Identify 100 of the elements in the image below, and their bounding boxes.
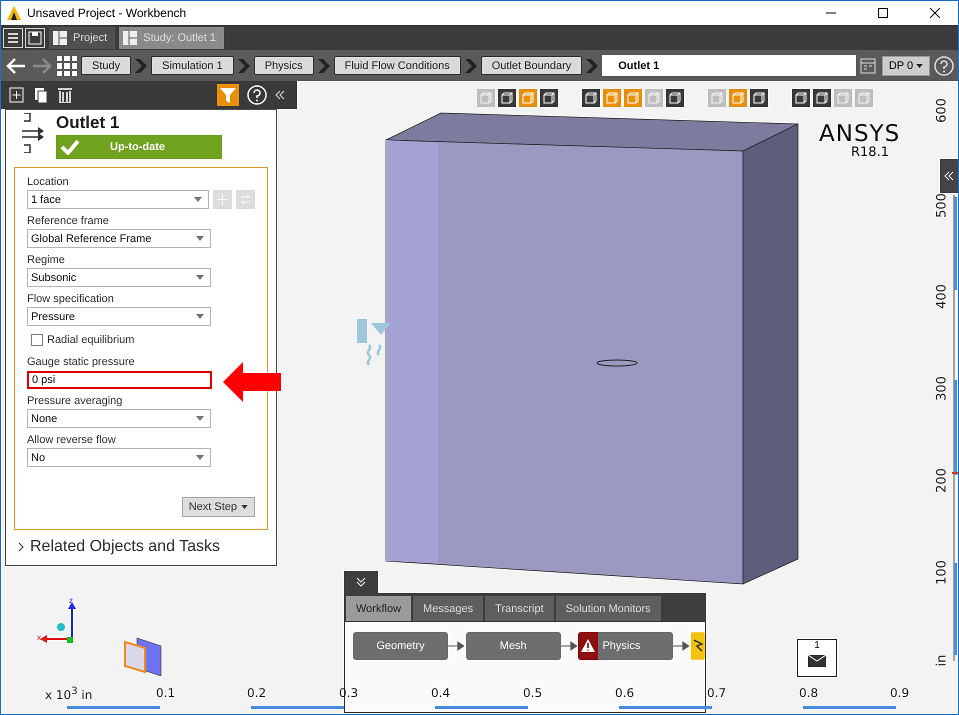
chevron-right-icon <box>238 58 250 72</box>
layout-icon <box>53 30 67 44</box>
cube-tool-button[interactable] <box>540 89 558 107</box>
trash-icon <box>57 87 73 103</box>
back-arrow-icon <box>5 56 27 74</box>
cube-tool-button[interactable] <box>813 89 831 107</box>
chevron-right-icon <box>464 58 477 72</box>
layout-icon <box>123 30 138 44</box>
warning-icon <box>578 632 598 660</box>
ruler-label: 0.2 <box>247 686 266 700</box>
ruler-label: 300 <box>934 375 950 403</box>
cube-tool-button[interactable] <box>582 89 600 107</box>
related-objects-link[interactable]: Related Objects and Tasks <box>18 538 276 556</box>
double-chevron-left-icon <box>944 171 954 181</box>
dropdown-field[interactable]: None <box>27 409 211 428</box>
part-drawing <box>595 358 639 368</box>
maximize-icon <box>878 8 888 18</box>
collapse-panel-button[interactable] <box>344 571 378 593</box>
workflow-step[interactable]: Mesh <box>466 632 561 660</box>
panel-title: Outlet 1 <box>56 113 120 133</box>
ruler-label: in <box>934 654 950 668</box>
axis-label: z <box>69 596 73 605</box>
cube-tool-button[interactable] <box>792 89 810 107</box>
field-label: Reference frame <box>27 215 110 227</box>
breadcrumb-current: Outlet 1 <box>602 55 856 76</box>
menu-button[interactable] <box>3 28 23 48</box>
brand-logo: ANSYS <box>819 121 900 147</box>
ruler-label: 200 <box>934 467 950 495</box>
ruler-label: 500 <box>934 192 950 220</box>
step-label: Mesh <box>500 640 527 652</box>
next-step-button[interactable]: Next Step <box>182 497 255 517</box>
close-icon <box>930 8 940 18</box>
menu-icon <box>6 30 20 44</box>
dp-dropdown[interactable]: DP 0 <box>882 56 930 76</box>
cube-tool-button[interactable] <box>666 89 684 107</box>
breadcrumb-button[interactable]: Fluid Flow Conditions <box>334 56 461 75</box>
chevron-right-icon <box>135 58 148 72</box>
breadcrumb-button[interactable]: Study <box>81 56 132 75</box>
forward-arrow-icon <box>31 56 53 74</box>
window-title: Unsaved Project - Workbench <box>27 6 188 20</box>
field-label: Location <box>27 176 70 188</box>
tab[interactable]: Solution Monitors <box>556 596 661 621</box>
ruler-unit: x 10$^{3}$ in <box>45 686 92 702</box>
caret-down-icon <box>196 275 204 280</box>
field-label: Flow specification <box>27 293 115 305</box>
caret-down-icon <box>194 197 202 202</box>
arrow-icon <box>223 362 281 402</box>
help-icon <box>247 85 267 105</box>
dropdown-field[interactable]: No <box>27 448 211 467</box>
ruler-label: 0.7 <box>707 686 726 700</box>
breadcrumb-button[interactable]: Simulation 1 <box>151 56 234 75</box>
ruler-label: 0.8 <box>799 686 818 700</box>
ruler-label: 400 <box>934 283 950 311</box>
checkbox-label: Radial equilibrium <box>47 334 134 346</box>
version-label: R18.1 <box>851 145 889 160</box>
filter-button[interactable] <box>217 84 239 106</box>
chevron-right-icon <box>18 542 24 552</box>
save-button[interactable] <box>25 28 45 48</box>
field-label: Gauge static pressure <box>27 356 136 368</box>
location-dropdown[interactable]: 1 face <box>27 190 210 209</box>
grid-icon <box>57 56 77 76</box>
ruler-label: 0.1 <box>156 686 176 700</box>
dropdown-field[interactable]: Subsonic <box>27 268 211 287</box>
workflow-step[interactable]: Physics <box>578 632 674 660</box>
dropdown-field[interactable]: Pressure <box>27 307 211 326</box>
ruler-label: 0.4 <box>431 686 450 700</box>
checkbox[interactable] <box>31 334 43 346</box>
tab[interactable]: Project <box>49 26 116 48</box>
messages-button[interactable]: 1 <box>797 639 837 677</box>
field-label: Allow reverse flow <box>27 434 117 446</box>
tab[interactable]: Workflow <box>346 596 412 621</box>
message-count: 1 <box>814 640 820 651</box>
workflow-step[interactable]: Geometry <box>353 632 448 660</box>
collapse-button[interactable] <box>940 159 958 193</box>
caret-down-icon <box>241 505 248 509</box>
caret-down-icon <box>196 314 204 319</box>
step-label: Physics <box>602 640 640 652</box>
ruler-label: 0.9 <box>890 686 910 700</box>
input-field[interactable]: 0 psi <box>27 371 212 389</box>
step-label: Geometry <box>376 640 425 652</box>
caret-down-icon <box>916 64 924 68</box>
solve-step-icon <box>691 632 705 660</box>
app-logo-icon <box>7 6 21 20</box>
cube-tool-button[interactable] <box>750 89 768 107</box>
add-item-icon <box>9 87 25 103</box>
axis-label: x <box>37 633 41 642</box>
swap-arrows-icon <box>240 194 252 205</box>
double-chevron-down-icon <box>356 577 366 587</box>
tab[interactable]: Messages <box>413 596 484 621</box>
cube-tool-button[interactable] <box>498 89 516 107</box>
dropdown-field[interactable]: Global Reference Frame <box>27 229 211 248</box>
save-icon <box>28 30 42 44</box>
tab[interactable]: Transcript <box>485 596 554 621</box>
ruler-label: 600 <box>934 97 950 125</box>
ruler-label: 0.6 <box>615 686 634 700</box>
field-label: Regime <box>27 254 66 266</box>
field-label: Pressure averaging <box>27 395 124 407</box>
breadcrumb-button[interactable]: Physics <box>254 56 314 75</box>
ruler-label: 100 <box>934 559 950 587</box>
breadcrumb-button[interactable]: Outlet Boundary <box>480 56 582 75</box>
